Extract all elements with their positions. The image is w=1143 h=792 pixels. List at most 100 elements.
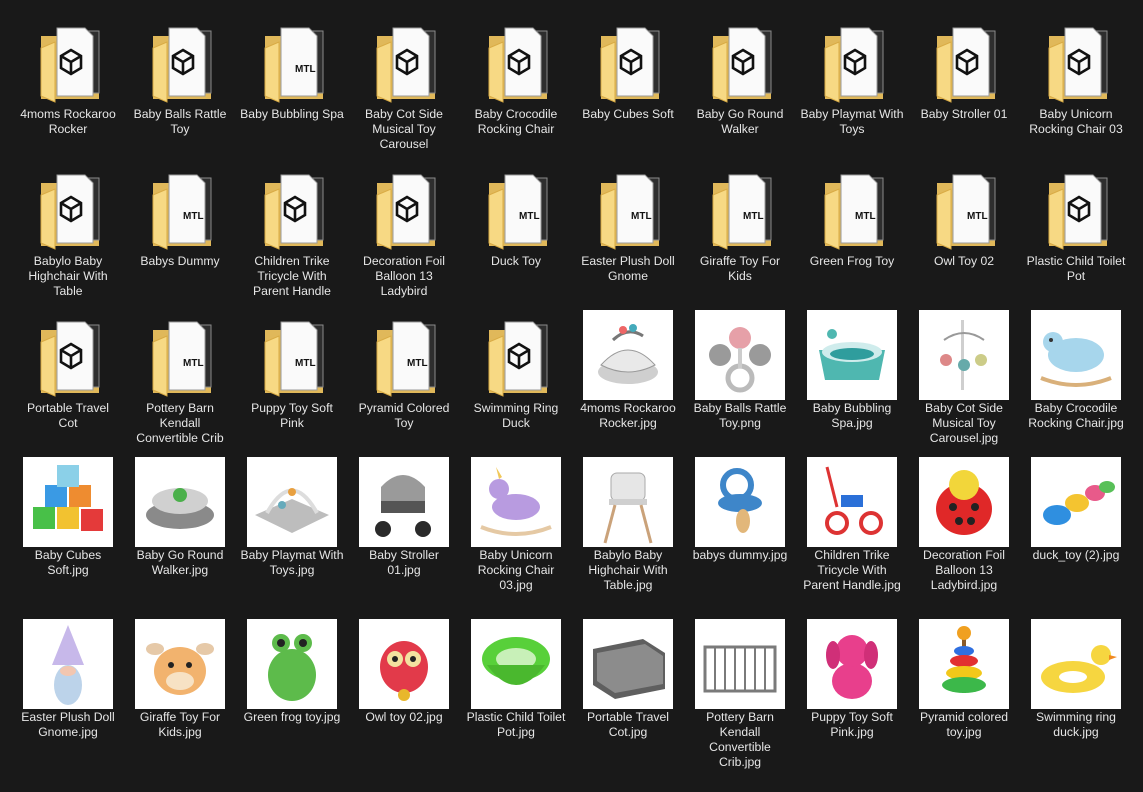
image-file-item[interactable]: Baby Cubes Soft.jpg xyxy=(16,457,120,578)
folder-icon xyxy=(23,310,113,400)
folder-item[interactable]: Baby Cubes Soft xyxy=(576,16,680,122)
svg-text:MTL: MTL xyxy=(855,211,876,222)
image-file-item[interactable]: Pyramid colored toy.jpg xyxy=(912,619,1016,740)
item-label: Plastic Child Toilet Pot xyxy=(1026,254,1126,283)
image-file-item[interactable]: Decoration Foil Balloon 13 Ladybird.jpg xyxy=(912,457,1016,593)
image-file-item[interactable]: Baby Playmat With Toys.jpg xyxy=(240,457,344,578)
item-label: Puppy Toy Soft Pink.jpg xyxy=(811,710,893,739)
folder-item[interactable]: Plastic Child Toilet Pot xyxy=(1024,163,1128,284)
folder-item[interactable]: 4moms Rockaroo Rocker xyxy=(16,16,120,137)
item-label: Easter Plush Doll Gnome xyxy=(581,254,675,283)
folder-item[interactable]: Baby Playmat With Toys xyxy=(800,16,904,137)
image-file-item[interactable]: Baby Balls Rattle Toy.png xyxy=(688,310,792,431)
folder-item[interactable]: MTL Giraffe Toy For Kids xyxy=(688,163,792,284)
folder-item[interactable]: Portable Travel Cot xyxy=(16,310,120,431)
unicorn-rocker-thumbnail xyxy=(471,457,561,547)
folder-item[interactable]: Baby Go Round Walker xyxy=(688,16,792,137)
image-file-item[interactable]: Owl toy 02.jpg xyxy=(352,619,456,725)
item-label: Green frog toy.jpg xyxy=(243,710,341,724)
item-label: Baby Cot Side Musical Toy Carousel.jpg xyxy=(925,401,1003,445)
folder-item[interactable]: MTL Baby Bubbling Spa xyxy=(240,16,344,122)
item-label: Green Frog Toy xyxy=(809,254,895,268)
folder-item[interactable]: MTL Green Frog Toy xyxy=(800,163,904,269)
duck-toy-thumbnail xyxy=(1031,457,1121,547)
image-file-item[interactable]: Green frog toy.jpg xyxy=(240,619,344,725)
image-file-item[interactable]: Baby Go Round Walker.jpg xyxy=(128,457,232,578)
item-label: babys dummy.jpg xyxy=(692,548,788,562)
folder-icon xyxy=(471,16,561,106)
image-file-item[interactable]: Pottery Barn Kendall Convertible Crib.jp… xyxy=(688,619,792,770)
folder-item[interactable]: Children Trike Tricycle With Parent Hand… xyxy=(240,163,344,299)
item-label: Owl toy 02.jpg xyxy=(365,710,443,724)
folder-icon: MTL xyxy=(583,163,673,253)
folder-item[interactable]: MTL Babys Dummy xyxy=(128,163,232,269)
image-file-item[interactable]: Baby Cot Side Musical Toy Carousel.jpg xyxy=(912,310,1016,446)
image-file-item[interactable]: Baby Bubbling Spa.jpg xyxy=(800,310,904,431)
folder-icon: MTL xyxy=(135,163,225,253)
item-label: Baby Crocodile Rocking Chair xyxy=(474,107,558,136)
item-label: Babylo Baby Highchair With Table xyxy=(28,254,108,298)
folder-item[interactable]: Swimming Ring Duck xyxy=(464,310,568,431)
image-file-item[interactable]: Plastic Child Toilet Pot.jpg xyxy=(464,619,568,740)
rocking-animal-thumbnail xyxy=(1031,310,1121,400)
image-file-item[interactable]: Swimming ring duck.jpg xyxy=(1024,619,1128,740)
image-file-item[interactable]: Baby Stroller 01.jpg xyxy=(352,457,456,578)
item-label: Babys Dummy xyxy=(140,254,220,268)
item-label: Easter Plush Doll Gnome.jpg xyxy=(21,710,115,739)
folder-icon xyxy=(247,163,337,253)
file-explorer-large-icon-view: 4moms Rockaroo Rocker Baby Balls Rattle … xyxy=(0,0,1143,792)
image-file-item[interactable]: Baby Unicorn Rocking Chair 03.jpg xyxy=(464,457,568,593)
image-file-item[interactable]: 4moms Rockaroo Rocker.jpg xyxy=(576,310,680,431)
folder-icon: MTL xyxy=(919,163,1009,253)
svg-text:MTL: MTL xyxy=(295,64,316,75)
swim-ring-thumbnail xyxy=(1031,619,1121,709)
folder-icon xyxy=(359,163,449,253)
folder-item[interactable]: MTL Easter Plush Doll Gnome xyxy=(576,163,680,284)
folder-item[interactable]: Babylo Baby Highchair With Table xyxy=(16,163,120,299)
item-label: Children Trike Tricycle With Parent Hand… xyxy=(253,254,331,298)
folder-item[interactable]: Baby Unicorn Rocking Chair 03 xyxy=(1024,16,1128,137)
folder-item[interactable]: MTL Pyramid Colored Toy xyxy=(352,310,456,431)
frog-toy-thumbnail xyxy=(247,619,337,709)
image-file-item[interactable]: babys dummy.jpg xyxy=(688,457,792,563)
tricycle-thumbnail xyxy=(807,457,897,547)
folder-item[interactable]: Decoration Foil Balloon 13 Ladybird xyxy=(352,163,456,299)
item-label: Pottery Barn Kendall Convertible Crib.jp… xyxy=(706,710,774,769)
item-label: Baby Playmat With Toys xyxy=(800,107,904,136)
folder-item[interactable]: MTL Owl Toy 02 xyxy=(912,163,1016,269)
folder-icon: MTL xyxy=(247,310,337,400)
image-file-item[interactable]: Easter Plush Doll Gnome.jpg xyxy=(16,619,120,740)
folder-item[interactable]: MTL Puppy Toy Soft Pink xyxy=(240,310,344,431)
folder-icon: MTL xyxy=(807,163,897,253)
folder-item[interactable]: Baby Balls Rattle Toy xyxy=(128,16,232,137)
image-file-item[interactable]: Baby Crocodile Rocking Chair.jpg xyxy=(1024,310,1128,431)
folder-item[interactable]: MTL Pottery Barn Kendall Convertible Cri… xyxy=(128,310,232,446)
item-label: Babylo Baby Highchair With Table.jpg xyxy=(588,548,668,592)
svg-text:MTL: MTL xyxy=(967,211,988,222)
item-label: Baby Go Round Walker.jpg xyxy=(136,548,224,577)
folder-item[interactable]: Baby Cot Side Musical Toy Carousel xyxy=(352,16,456,152)
item-label: Decoration Foil Balloon 13 Ladybird.jpg xyxy=(923,548,1005,592)
image-file-item[interactable]: duck_toy (2).jpg xyxy=(1024,457,1128,563)
image-file-item[interactable]: Babylo Baby Highchair With Table.jpg xyxy=(576,457,680,593)
svg-text:MTL: MTL xyxy=(183,211,204,222)
item-label: Duck Toy xyxy=(491,254,541,268)
rattle-toy-thumbnail xyxy=(695,310,785,400)
item-label: Puppy Toy Soft Pink xyxy=(251,401,333,430)
item-label: Baby Unicorn Rocking Chair 03 xyxy=(1029,107,1123,136)
image-file-item[interactable]: Children Trike Tricycle With Parent Hand… xyxy=(800,457,904,593)
image-file-item[interactable]: Portable Travel Cot.jpg xyxy=(576,619,680,740)
image-file-item[interactable]: Puppy Toy Soft Pink.jpg xyxy=(800,619,904,740)
folder-item[interactable]: Baby Stroller 01 xyxy=(912,16,1016,122)
item-label: Pyramid colored toy.jpg xyxy=(919,710,1009,739)
folder-item[interactable]: MTL Duck Toy xyxy=(464,163,568,269)
playmat-thumbnail xyxy=(247,457,337,547)
folder-item[interactable]: Baby Crocodile Rocking Chair xyxy=(464,16,568,137)
item-label: Baby Balls Rattle Toy xyxy=(133,107,227,136)
folder-icon xyxy=(23,16,113,106)
item-label: Baby Cubes Soft xyxy=(582,107,674,121)
travel-cot-thumbnail xyxy=(583,619,673,709)
item-label: Decoration Foil Balloon 13 Ladybird xyxy=(363,254,445,298)
image-file-item[interactable]: Giraffe Toy For Kids.jpg xyxy=(128,619,232,740)
soft-cubes-thumbnail xyxy=(23,457,113,547)
